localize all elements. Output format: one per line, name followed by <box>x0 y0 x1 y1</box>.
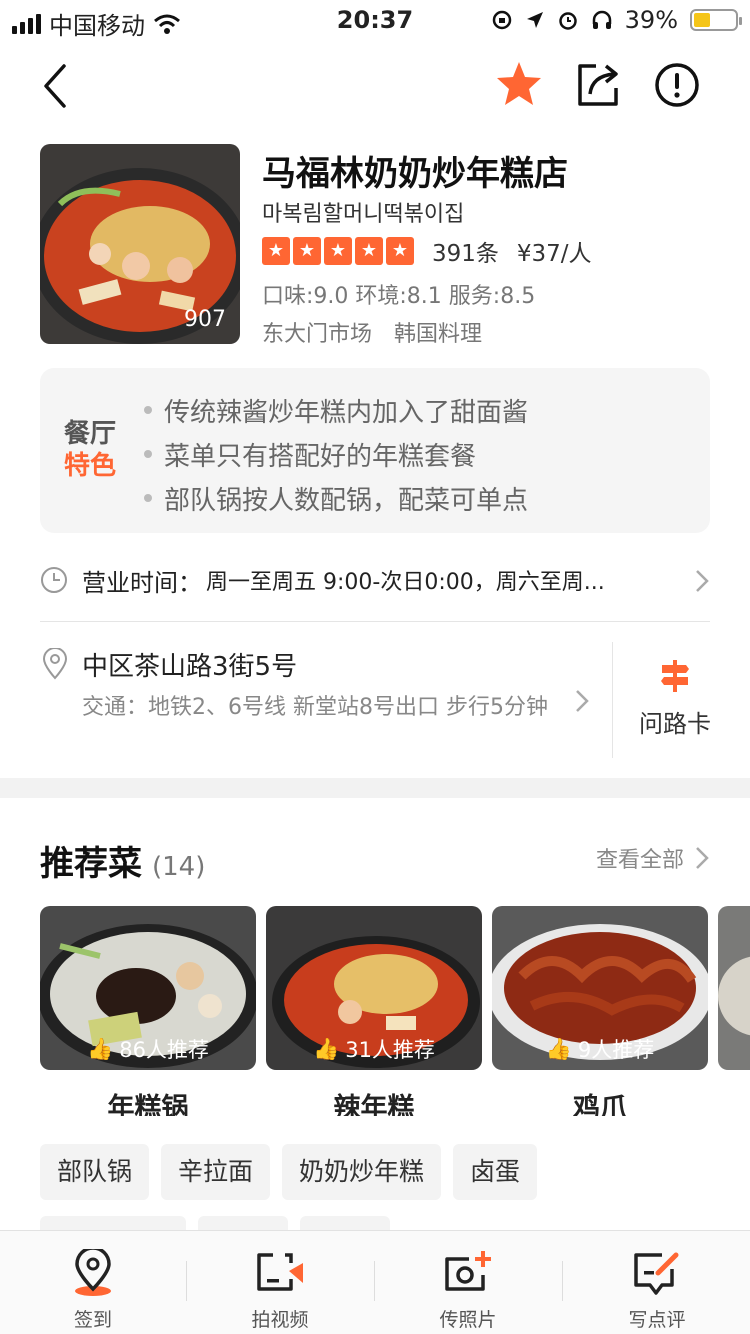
write-review-icon <box>634 1252 679 1295</box>
record-video-button[interactable]: 拍视频 <box>205 1249 355 1332</box>
feature-item: 部队锅按人数配锅，配菜可单点 <box>144 476 528 520</box>
badge-line-2: 特色 <box>64 451 117 481</box>
recommend-count: 9人推荐 <box>577 1038 655 1062</box>
section-title: 推荐菜 <box>40 844 142 884</box>
see-all-label: 查看全部 <box>595 848 684 873</box>
bottom-action-bar: 签到 拍视频 传照片 写点评 <box>0 1230 750 1334</box>
shop-tags: 东大门市场 韩国料理 <box>262 316 482 348</box>
business-hours-row[interactable]: 营业时间： 周一至周五 9:00-次日0:00，周六至周... <box>40 555 710 605</box>
chevron-right-icon <box>576 690 589 712</box>
star-icon: ★ <box>355 237 383 265</box>
dish-photo: 👍 31人推荐 <box>266 906 482 1070</box>
dish-chip[interactable]: 部队锅 <box>40 1144 150 1200</box>
location-pin-icon <box>42 648 68 680</box>
star-icon: ★ <box>262 237 290 265</box>
star-rating: ★ ★ ★ ★ ★ <box>262 237 414 265</box>
star-icon: ★ <box>386 237 414 265</box>
checkin-pin-icon <box>75 1246 111 1296</box>
chevron-right-icon <box>696 570 709 592</box>
route-card-label: 问路卡 <box>639 710 711 738</box>
rating-row: ★ ★ ★ ★ ★ 391条 ¥37/人 <box>262 234 592 268</box>
alarm-icon <box>558 12 577 30</box>
tag-cuisine[interactable]: 韩国料理 <box>394 316 482 348</box>
upload-photo-button[interactable]: 传照片 <box>393 1249 543 1332</box>
feature-item: 传统辣酱炒年糕内加入了甜面酱 <box>144 388 528 432</box>
dish-carousel[interactable]: 👍 86人推荐 年糕锅 👍 31人推荐 辣年糕 👍 9人推荐 鸡爪 <box>40 906 750 1116</box>
write-review-label: 写点评 <box>628 1309 686 1331</box>
checkin-button[interactable]: 签到 <box>18 1246 168 1332</box>
shop-korean-name: 마복림할머니떡볶이집 <box>262 202 465 227</box>
report-icon[interactable] <box>654 62 700 108</box>
nav-bar <box>0 50 750 120</box>
battery-icon <box>690 9 742 31</box>
dish-card-partial[interactable] <box>718 906 750 1070</box>
dish-chip[interactable]: 奶奶炒年糕 <box>282 1144 442 1200</box>
hours-value: 周一至周五 9:00-次日0:00，周六至周... <box>206 570 605 595</box>
status-bar: 中国移动 20:37 39% <box>0 0 750 40</box>
star-icon: ★ <box>324 237 352 265</box>
dish-name: 辣年糕 <box>333 1093 415 1116</box>
divider <box>612 642 613 758</box>
write-review-button[interactable]: 写点评 <box>582 1249 732 1332</box>
favorite-star-icon[interactable] <box>494 60 544 108</box>
thumbs-up-icon: 👍 <box>87 1036 114 1061</box>
checkin-label: 签到 <box>73 1309 112 1331</box>
hours-label: 营业时间： <box>82 568 202 597</box>
dish-count: (14) <box>152 852 206 882</box>
dish-chip[interactable]: 卤蛋 <box>453 1144 538 1200</box>
upload-photo-label: 传照片 <box>439 1309 497 1331</box>
location-arrow-icon <box>526 12 543 28</box>
back-icon[interactable] <box>38 62 72 110</box>
shop-cover-photo[interactable]: 907 <box>40 144 240 344</box>
dish-card[interactable]: 👍 9人推荐 鸡爪 <box>492 906 708 1116</box>
features-badge: 餐厅 特色 <box>64 418 116 482</box>
transit-info: 交通：地铁2、6号线 新堂站8号出口 步行5分钟 <box>82 695 548 720</box>
recommended-dishes-header: 推荐菜 (14) <box>40 836 205 885</box>
score-breakdown: 口味:9.0 环境:8.1 服务:8.5 <box>262 284 536 309</box>
star-icon: ★ <box>293 237 321 265</box>
photo-count: 907 <box>184 307 226 332</box>
thumbs-up-icon: 👍 <box>545 1036 572 1061</box>
review-count[interactable]: 391条 <box>432 234 499 268</box>
divider <box>374 1261 375 1301</box>
dish-name: 鸡爪 <box>573 1093 627 1116</box>
avg-price: ¥37/人 <box>516 241 592 267</box>
dish-card[interactable]: 👍 86人推荐 年糕锅 <box>40 906 256 1116</box>
chevron-right-icon <box>696 847 709 869</box>
dish-name: 年糕锅 <box>107 1093 189 1116</box>
dish-photo: 👍 9人推荐 <box>492 906 708 1070</box>
dish-photo <box>718 906 750 1070</box>
divider <box>40 621 710 622</box>
see-all-link[interactable]: 查看全部 <box>596 842 710 874</box>
thumbs-up-icon: 👍 <box>313 1036 340 1061</box>
dish-chips: 部队锅 辛拉面 奶奶炒年糕 卤蛋 <box>40 1144 538 1200</box>
record-video-label: 拍视频 <box>251 1309 309 1331</box>
shop-name: 马福林奶奶炒年糕店 <box>262 154 568 194</box>
tag-area[interactable]: 东大门市场 <box>262 316 372 348</box>
signpost-icon <box>661 660 689 692</box>
rotation-lock-icon <box>492 10 511 30</box>
divider <box>186 1261 187 1301</box>
address-text: 中区茶山路3街5号 <box>82 652 298 682</box>
headphones-icon <box>592 10 611 29</box>
battery-percent: 39% <box>624 6 678 34</box>
clock-icon <box>41 567 67 593</box>
recommend-count: 31人推荐 <box>345 1038 435 1062</box>
dish-photo: 👍 86人推荐 <box>40 906 256 1070</box>
restaurant-features: 餐厅 特色 传统辣酱炒年糕内加入了甜面酱 菜单只有搭配好的年糕套餐 部队锅按人数… <box>40 368 710 533</box>
video-camera-icon <box>257 1253 303 1291</box>
dish-chip[interactable]: 辛拉面 <box>161 1144 271 1200</box>
divider <box>562 1261 563 1301</box>
feature-item: 菜单只有搭配好的年糕套餐 <box>144 432 528 476</box>
camera-plus-icon <box>445 1251 491 1291</box>
recommend-count: 86人推荐 <box>119 1038 209 1062</box>
badge-line-1: 餐厅 <box>64 419 117 449</box>
section-gap <box>0 778 750 798</box>
route-card-button[interactable]: 问路卡 <box>620 660 730 739</box>
dish-card[interactable]: 👍 31人推荐 辣年糕 <box>266 906 482 1116</box>
share-icon[interactable] <box>576 60 622 108</box>
